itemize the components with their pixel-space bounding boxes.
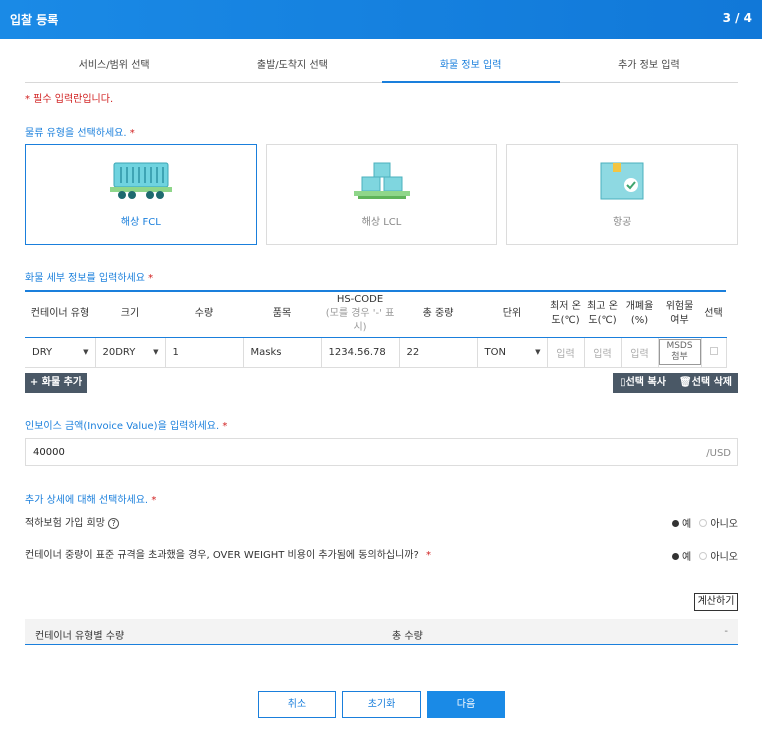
cargo-table: 컨테이너 유형 크기 수량 품목 HS-CODE (모를 경우 '-' 표시) …	[25, 290, 727, 368]
logistics-type-label: 물류 유형을 선택하세요. *	[25, 128, 135, 139]
next-button[interactable]: 다음	[427, 691, 505, 718]
boxes-on-pallet-icon	[353, 162, 410, 199]
calculate-button[interactable]: 계산하기	[694, 593, 738, 611]
hs-code-hint: (모를 경우 '-' 표시)	[325, 308, 395, 334]
col-item: 품목	[243, 291, 321, 338]
modal-title: 입찰 등록	[10, 13, 59, 27]
option-air-label: 항공	[612, 217, 632, 228]
option-sea-fcl[interactable]: 해상 FCL	[25, 144, 257, 245]
invoice-value-field[interactable]: 40000 /USD	[25, 438, 738, 466]
row-select-checkbox[interactable]	[709, 346, 718, 355]
package-box-icon	[600, 162, 644, 200]
insurance-radio-group: 예 아니오	[672, 515, 738, 530]
container-ship-icon	[109, 162, 172, 199]
invoice-unit: /USD	[706, 448, 731, 459]
col-max-temp: 최고 온도(℃)	[584, 291, 621, 338]
hazard-cell: MSDS 첨부	[658, 337, 702, 368]
required-note: * 필수 입력란입니다.	[25, 94, 114, 105]
summary-container-count-label: 컨테이너 유형별 수량	[35, 631, 125, 642]
col-hazard: 위험물 여부	[658, 291, 701, 338]
col-min-temp: 최저 온도(℃)	[547, 291, 584, 338]
invoice-value: 40000	[33, 447, 65, 458]
size-select[interactable]: 20DRY	[95, 337, 166, 368]
tab-cargo-info[interactable]: 화물 정보 입력	[381, 53, 561, 83]
option-sea-fcl-label: 해상 FCL	[120, 217, 161, 228]
step-indicator: 3 / 4	[722, 11, 752, 25]
total-weight-input[interactable]: 22	[399, 337, 478, 368]
logistics-type-cards: 해상 FCL 해상 LCL 항공	[25, 144, 739, 245]
overweight-question: 컨테이너 중량이 표준 규격을 초과했을 경우, OVER WEIGHT 비용이…	[25, 550, 431, 561]
insurance-no-radio[interactable]: 아니오	[694, 519, 738, 530]
cargo-table-header: 컨테이너 유형 크기 수량 품목 HS-CODE (모를 경우 '-' 표시) …	[25, 291, 726, 338]
add-cargo-button[interactable]: + 화물 추가	[25, 373, 87, 393]
col-size: 크기	[95, 291, 165, 338]
col-quantity: 수량	[165, 291, 243, 338]
min-temp-input[interactable]: 입력	[547, 337, 585, 368]
option-sea-lcl[interactable]: 해상 LCL	[265, 144, 498, 245]
summary-value: -	[724, 626, 728, 637]
col-select: 선택	[701, 291, 726, 338]
vent-input[interactable]: 입력	[621, 337, 659, 368]
overweight-radio-group: 예 아니오	[672, 548, 738, 563]
step-tabs: 서비스/범위 선택 출발/도착지 선택 화물 정보 입력 추가 정보 입력	[25, 53, 738, 83]
overweight-no-radio[interactable]: 아니오	[694, 552, 738, 563]
reset-button[interactable]: 초기화	[342, 691, 421, 718]
modal-header: 입찰 등록 3 / 4	[0, 0, 762, 39]
container-type-select[interactable]: DRY	[25, 337, 96, 368]
additional-details-label: 추가 상세에 대해 선택하세요. *	[25, 495, 157, 506]
select-cell	[701, 337, 727, 368]
col-container-type: 컨테이너 유형	[25, 291, 95, 338]
cancel-button[interactable]: 취소	[258, 691, 336, 718]
overweight-yes-radio[interactable]: 예	[672, 552, 691, 563]
tab-origin-destination[interactable]: 출발/도착지 선택	[203, 53, 381, 82]
col-hs-code: HS-CODE (모를 경우 '-' 표시)	[321, 291, 399, 338]
table-row: DRY 20DRY 1 Masks 1234.56.78 22 TON 입력 입…	[25, 337, 727, 368]
col-unit: 단위	[477, 291, 547, 338]
delete-selected-button[interactable]: 🗑선택 삭제	[673, 373, 738, 393]
insurance-question: 적하보험 가입 희망 ?	[25, 514, 120, 529]
option-air[interactable]: 항공	[506, 144, 739, 245]
msds-attach-button[interactable]: MSDS 첨부	[658, 339, 701, 365]
hs-code-input[interactable]: 1234.56.78	[321, 337, 400, 368]
unit-select[interactable]: TON	[477, 337, 548, 368]
max-temp-input[interactable]: 입력	[584, 337, 622, 368]
option-sea-lcl-label: 해상 LCL	[361, 217, 402, 228]
invoice-label: 인보이스 금액(Invoice Value)을 입력하세요. *	[25, 421, 228, 432]
quantity-input[interactable]: 1	[165, 337, 244, 368]
copy-selected-button[interactable]: ▯선택 복사	[613, 373, 673, 393]
col-total-weight: 총 중량	[399, 291, 477, 338]
insurance-yes-radio[interactable]: 예	[672, 519, 691, 530]
col-vent: 개폐율(%)	[621, 291, 658, 338]
help-icon[interactable]: ?	[108, 517, 120, 529]
item-input[interactable]: Masks	[243, 337, 322, 368]
tab-service-scope[interactable]: 서비스/범위 선택	[25, 53, 203, 82]
tab-additional-info[interactable]: 추가 정보 입력	[560, 53, 738, 82]
cargo-details-label: 화물 세부 정보를 입력하세요 *	[25, 273, 154, 284]
summary-total-label: 총 수량	[392, 631, 423, 642]
summary-row: 컨테이너 유형별 수량 총 수량 -	[25, 619, 738, 645]
